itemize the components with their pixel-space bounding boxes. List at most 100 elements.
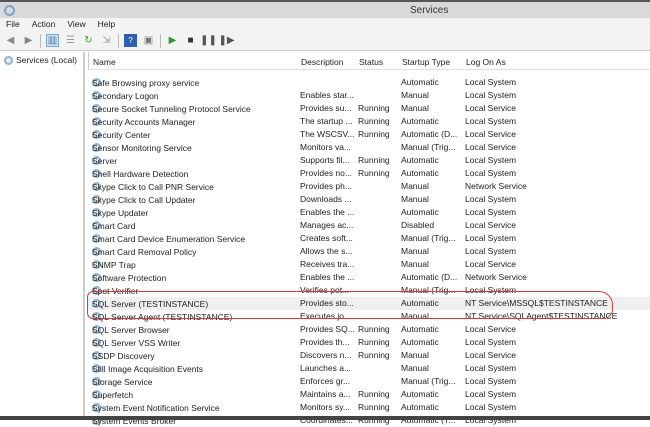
- service-row[interactable]: SNMP Trap Receives tra... Manual Local S…: [88, 258, 650, 271]
- service-row[interactable]: Secondary Logon Enables star... Manual L…: [88, 89, 650, 102]
- service-log-on-as: Local Service: [465, 220, 517, 230]
- service-description: Provides ph...: [300, 181, 352, 191]
- service-row[interactable]: Software Protection Enables the ... Auto…: [88, 271, 650, 284]
- service-log-on-as: Network Service: [465, 181, 527, 191]
- start-service-icon[interactable]: ▶: [166, 34, 179, 47]
- show-hide-console-tree-icon[interactable]: ▥: [46, 34, 59, 47]
- tree-item-services-local[interactable]: Services (Local): [4, 55, 77, 65]
- service-row[interactable]: Storage Service Enforces gr... Manual (T…: [88, 375, 650, 388]
- menu-view[interactable]: View: [61, 18, 91, 31]
- menu-help[interactable]: Help: [92, 18, 121, 31]
- toolbar-separator: [160, 33, 161, 48]
- service-description: Supports fil...: [300, 155, 350, 165]
- service-row[interactable]: SQL Server VSS Writer Provides th... Run…: [88, 336, 650, 349]
- service-row[interactable]: Still Image Acquisition Events Launches …: [88, 362, 650, 375]
- service-description: Enforces gr...: [300, 376, 351, 386]
- service-startup-type: Automatic: [401, 116, 439, 126]
- service-row[interactable]: Smart Card Device Enumeration Service Cr…: [88, 232, 650, 245]
- column-log-on-as[interactable]: Log On As: [466, 57, 506, 67]
- service-description: The startup ...: [300, 116, 353, 126]
- service-startup-type: Automatic: [401, 402, 439, 412]
- service-row[interactable]: Server Supports fil... Running Automatic…: [88, 154, 650, 167]
- service-log-on-as: Local System: [465, 116, 517, 126]
- column-startup-type[interactable]: Startup Type: [402, 57, 450, 67]
- service-log-on-as: Local System: [465, 233, 517, 243]
- service-startup-type: Automatic: [401, 77, 439, 87]
- column-name[interactable]: Name: [93, 57, 116, 67]
- column-status[interactable]: Status: [359, 57, 383, 67]
- service-startup-type: Disabled: [401, 220, 435, 230]
- service-log-on-as: Local Service: [465, 259, 517, 269]
- service-row[interactable]: Smart Card Removal Policy Allows the s..…: [88, 245, 650, 258]
- service-status: Running: [358, 389, 390, 399]
- service-row[interactable]: Smart Card Manages ac... Disabled Local …: [88, 219, 650, 232]
- restart-service-icon[interactable]: ❚▶: [218, 34, 234, 47]
- red-highlight-annotation: [87, 291, 613, 319]
- service-name-text: SQL Server Browser: [92, 325, 170, 335]
- console-icon[interactable]: ▣: [142, 34, 155, 47]
- service-log-on-as: Network Service: [465, 272, 527, 282]
- service-row[interactable]: Security Center The WSCSV... Running Aut…: [88, 128, 650, 141]
- service-name-text: SQL Server VSS Writer: [92, 338, 181, 348]
- service-description: Allows the s...: [300, 246, 353, 256]
- pause-service-icon[interactable]: ❚❚: [200, 34, 217, 47]
- toolbar-separator: [118, 33, 119, 48]
- service-log-on-as: Local System: [465, 363, 517, 373]
- title-bar: Services: [0, 0, 650, 18]
- service-description: Manages ac...: [300, 220, 354, 230]
- column-header: Name Description Status Startup Type Log…: [88, 52, 650, 70]
- refresh-icon[interactable]: ↻: [82, 34, 95, 47]
- service-description: Monitors sy...: [300, 402, 350, 412]
- service-startup-type: Manual (Trig...: [401, 376, 456, 386]
- service-startup-type: Manual: [401, 246, 429, 256]
- window-title: Services: [410, 5, 449, 16]
- service-row[interactable]: Secure Socket Tunneling Protocol Service…: [88, 102, 650, 115]
- service-status: Running: [358, 129, 390, 139]
- service-description: Creates soft...: [300, 233, 353, 243]
- service-log-on-as: Local System: [465, 402, 517, 412]
- service-status: Running: [358, 103, 390, 113]
- service-row[interactable]: SQL Server Browser Provides SQ... Runnin…: [88, 323, 650, 336]
- service-log-on-as: Local System: [465, 207, 517, 217]
- service-name-text: Safe Browsing proxy service: [92, 78, 200, 88]
- service-row[interactable]: Sensor Monitoring Service Monitors va...…: [88, 141, 650, 154]
- service-description: Provides th...: [300, 337, 350, 347]
- service-name-text: Software Protection: [92, 273, 167, 283]
- service-status: Running: [358, 168, 390, 178]
- service-name-text: Shell Hardware Detection: [92, 169, 189, 179]
- column-description[interactable]: Description: [301, 57, 344, 67]
- service-startup-type: Automatic: [401, 337, 439, 347]
- service-row[interactable]: Safe Browsing proxy service Automatic Lo…: [88, 76, 650, 89]
- service-startup-type: Automatic: [401, 389, 439, 399]
- service-description: Launches a...: [300, 363, 352, 373]
- service-log-on-as: Local System: [465, 337, 517, 347]
- service-name-text: Skype Click to Call PNR Service: [92, 182, 214, 192]
- window-bottom-border: [0, 416, 650, 420]
- service-log-on-as: Local Service: [465, 129, 517, 139]
- menu-file[interactable]: File: [0, 18, 26, 31]
- service-row[interactable]: Skype Click to Call PNR Service Provides…: [88, 180, 650, 193]
- service-description: Enables the ...: [300, 207, 355, 217]
- service-log-on-as: Local System: [465, 246, 517, 256]
- toolbar: ◀ ▶ ▥ ☰ ↻ ⇲ ? ▣ ▶ ■ ❚❚ ❚▶: [0, 31, 650, 51]
- service-row[interactable]: Security Accounts Manager The startup ..…: [88, 115, 650, 128]
- service-row[interactable]: Skype Updater Enables the ... Automatic …: [88, 206, 650, 219]
- help-icon[interactable]: ?: [124, 34, 137, 47]
- service-row[interactable]: Skype Click to Call Updater Downloads ..…: [88, 193, 650, 206]
- forward-icon[interactable]: ▶: [22, 34, 35, 47]
- service-startup-type: Manual (Trig...: [401, 233, 456, 243]
- menu-action[interactable]: Action: [26, 18, 62, 31]
- service-name-text: Storage Service: [92, 377, 153, 387]
- service-row[interactable]: System Event Notification Service Monito…: [88, 401, 650, 414]
- back-icon[interactable]: ◀: [4, 34, 17, 47]
- service-row[interactable]: Superfetch Maintains a... Running Automa…: [88, 388, 650, 401]
- service-startup-type: Automatic (D...: [401, 272, 458, 282]
- service-row[interactable]: SSDP Discovery Discovers n... Running Ma…: [88, 349, 650, 362]
- service-startup-type: Manual: [401, 363, 429, 373]
- service-log-on-as: Local Service: [465, 142, 517, 152]
- service-log-on-as: Local System: [465, 155, 517, 165]
- properties-list-icon[interactable]: ☰: [64, 34, 77, 47]
- service-row[interactable]: Shell Hardware Detection Provides no... …: [88, 167, 650, 180]
- export-list-icon[interactable]: ⇲: [100, 34, 113, 47]
- stop-service-icon[interactable]: ■: [184, 34, 197, 47]
